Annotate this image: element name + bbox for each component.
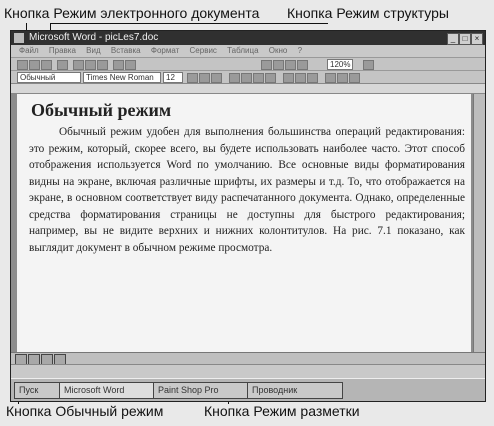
font-color-icon[interactable] <box>349 73 360 83</box>
word-window: Microsoft Word - picLes7.doc _ □ × Файл … <box>10 30 486 402</box>
maximize-button[interactable]: □ <box>459 33 471 45</box>
cut-icon[interactable] <box>73 60 84 70</box>
standard-toolbar: 120% <box>11 57 485 71</box>
document-page[interactable]: Обычный режим Обычный режим удобен для в… <box>17 94 471 376</box>
show-hide-icon[interactable] <box>297 60 308 70</box>
border-icon[interactable] <box>325 73 336 83</box>
undo-icon[interactable] <box>113 60 124 70</box>
align-center-icon[interactable] <box>241 73 252 83</box>
table-icon[interactable] <box>261 60 272 70</box>
print-icon[interactable] <box>57 60 68 70</box>
minimize-button[interactable]: _ <box>447 33 459 45</box>
document-heading: Обычный режим <box>31 100 172 120</box>
save-icon[interactable] <box>41 60 52 70</box>
vertical-scrollbar[interactable] <box>473 94 485 376</box>
indent-icon[interactable] <box>307 73 318 83</box>
menu-help[interactable]: ? <box>298 46 302 55</box>
drawing-icon[interactable] <box>285 60 296 70</box>
callout-layout-view: Кнопка Режим разметки <box>204 403 360 419</box>
columns-icon[interactable] <box>273 60 284 70</box>
taskbar-item-paint-shop[interactable]: Paint Shop Pro <box>153 382 249 399</box>
menu-file[interactable]: Файл <box>19 46 39 55</box>
window-title: Microsoft Word - picLes7.doc <box>29 32 159 43</box>
close-button[interactable]: × <box>471 33 483 45</box>
taskbar-item-explorer[interactable]: Проводник <box>247 382 343 399</box>
font-size-select[interactable]: 12 <box>163 72 183 83</box>
justify-icon[interactable] <box>265 73 276 83</box>
leader-outline-view-h <box>50 23 328 24</box>
align-left-icon[interactable] <box>229 73 240 83</box>
menu-bar: Файл Правка Вид Вставка Формат Сервис Та… <box>11 45 485 57</box>
callout-outline-view: Кнопка Режим структуры <box>287 5 449 21</box>
status-bar <box>11 364 485 379</box>
style-select[interactable]: Обычный <box>17 72 81 83</box>
menu-edit[interactable]: Правка <box>49 46 76 55</box>
word-app-icon <box>14 33 24 43</box>
zoom-select[interactable]: 120% <box>327 59 354 70</box>
callout-web-view: Кнопка Режим электронного документа <box>4 5 260 21</box>
menu-insert[interactable]: Вставка <box>111 46 141 55</box>
font-select[interactable]: Times New Roman <box>83 72 161 83</box>
help-icon[interactable] <box>363 60 374 70</box>
formatting-toolbar: Обычный Times New Roman 12 <box>11 70 485 84</box>
underline-icon[interactable] <box>211 73 222 83</box>
italic-icon[interactable] <box>199 73 210 83</box>
align-right-icon[interactable] <box>253 73 264 83</box>
highlight-icon[interactable] <box>337 73 348 83</box>
menu-window[interactable]: Окно <box>269 46 288 55</box>
paste-icon[interactable] <box>97 60 108 70</box>
taskbar-item-word[interactable]: Microsoft Word <box>59 382 155 399</box>
copy-icon[interactable] <box>85 60 96 70</box>
redo-icon[interactable] <box>125 60 136 70</box>
bullets-icon[interactable] <box>295 73 306 83</box>
menu-format[interactable]: Формат <box>151 46 179 55</box>
document-paragraph-1: Обычный режим удобен для выполнения боль… <box>29 126 465 254</box>
callout-normal-view: Кнопка Обычный режим <box>6 403 164 419</box>
open-icon[interactable] <box>29 60 40 70</box>
new-doc-icon[interactable] <box>17 60 28 70</box>
title-bar: Microsoft Word - picLes7.doc _ □ × <box>11 31 485 45</box>
numbering-icon[interactable] <box>283 73 294 83</box>
menu-tools[interactable]: Сервис <box>190 46 217 55</box>
bold-icon[interactable] <box>187 73 198 83</box>
menu-table[interactable]: Таблица <box>227 46 258 55</box>
menu-view[interactable]: Вид <box>86 46 100 55</box>
taskbar: Пуск Microsoft Word Paint Shop Pro Прово… <box>11 378 485 401</box>
horizontal-ruler[interactable] <box>11 83 485 94</box>
start-button[interactable]: Пуск <box>14 382 60 399</box>
